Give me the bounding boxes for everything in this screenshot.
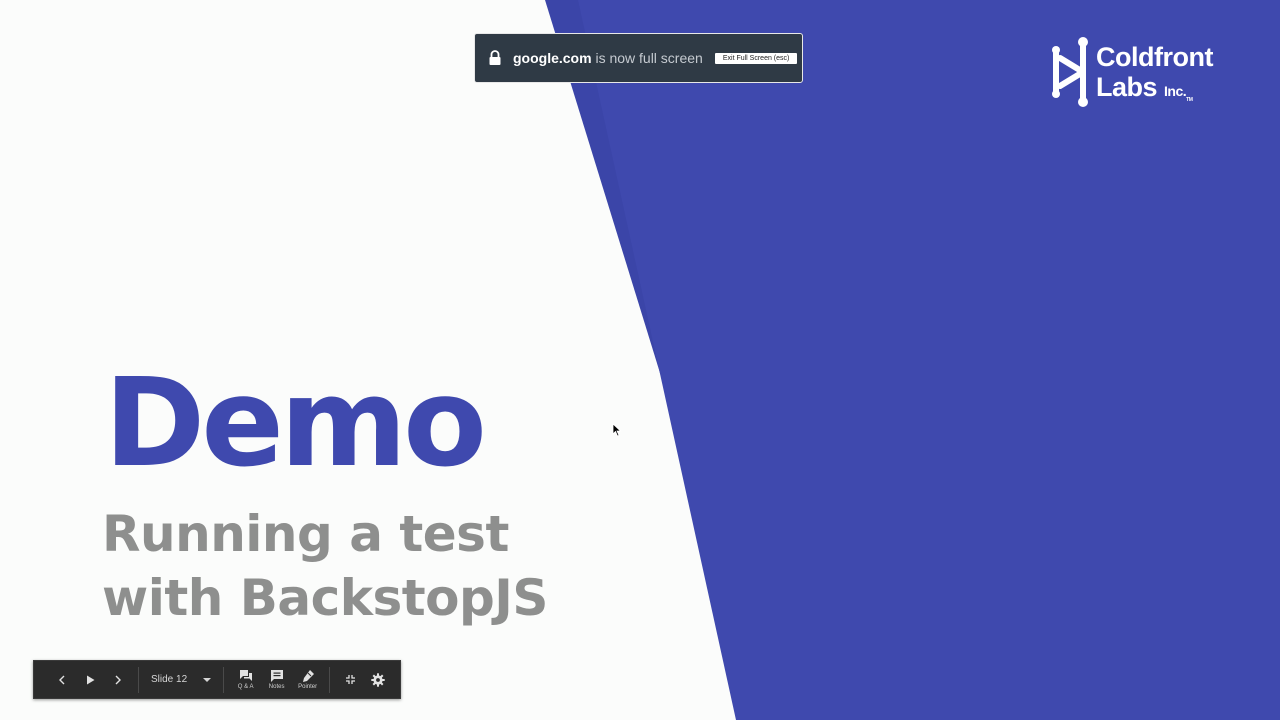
next-slide-button[interactable] [104,661,132,698]
toolbar-divider [138,666,139,693]
logo-text-labs: Labs Inc.TM [1096,72,1193,103]
fullscreen-notice-text: google.com is now full screen [513,50,703,66]
logo-text-labs-word: Labs [1096,72,1158,102]
play-button[interactable] [76,661,104,698]
logo-trademark: TM [1186,97,1193,103]
slide-selector-dropdown[interactable]: Slide 12 [145,661,217,698]
fullscreen-domain: google.com [513,50,592,66]
pointer-label: Pointer [298,684,318,690]
slide-number-label: Slide 12 [151,674,188,685]
slide-subtitle-line1: Running a test [102,505,509,563]
notes-button[interactable]: Notes [261,661,292,698]
exit-fullscreen-button[interactable]: Exit Full Screen (esc) [714,52,798,64]
qa-button[interactable]: Q & A [230,661,261,698]
mouse-cursor-icon [612,423,622,437]
settings-button[interactable] [364,661,392,698]
slide-subtitle: Running a test with BackstopJS [102,502,548,630]
snowflake-logo-icon [1052,37,1088,107]
fullscreen-notice: google.com is now full screen Exit Full … [474,33,803,83]
fullscreen-message: is now full screen [591,50,703,66]
toolbar-divider [223,666,225,693]
presentation-slide: Demo Running a test with BackstopJS Cold… [0,0,1280,720]
caret-down-icon [203,677,212,682]
notes-label: Notes [268,684,285,690]
previous-slide-button[interactable] [48,661,76,698]
notes-icon [270,670,283,682]
chevron-right-icon [115,675,121,684]
laser-pointer-icon [302,670,314,682]
lock-icon [489,50,501,65]
chevron-left-icon [59,675,65,684]
qa-label: Q & A [237,684,254,690]
toolbar-divider [329,666,331,693]
play-icon [86,675,94,684]
exit-fullscreen-icon [345,675,355,684]
logo-text-coldfront: Coldfront [1096,42,1213,72]
pointer-button[interactable]: Pointer [292,661,323,698]
slide-subtitle-line2: with BackstopJS [102,569,548,627]
slide-title: Demo [104,352,487,494]
presenter-toolbar: Slide 12 Q & A Notes Pointer [33,660,401,699]
exit-fullscreen-toolbar-button[interactable] [336,661,364,698]
chat-icon [239,670,252,681]
company-logo: Coldfront Labs Inc.TM [1050,36,1240,108]
logo-text-inc: Inc. [1164,83,1187,99]
gear-icon [371,672,385,687]
